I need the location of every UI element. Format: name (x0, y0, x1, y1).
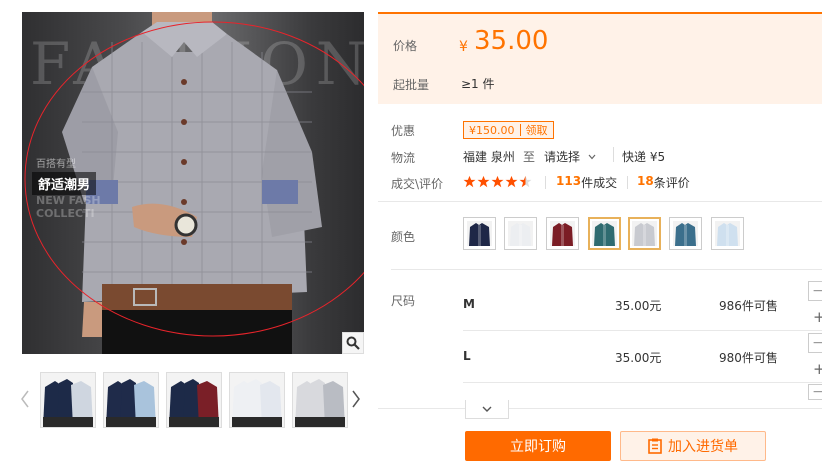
cart-list-icon (648, 438, 662, 454)
moq-label: 起批量 (393, 78, 430, 92)
size-label: 尺码 (391, 294, 416, 308)
color-swatch[interactable] (463, 217, 496, 250)
coupon-amount: ¥150.00 (469, 123, 515, 137)
destination-select[interactable]: 请选择 (544, 148, 596, 165)
deals-suffix: 件成交 (581, 176, 618, 190)
review-count: 18 (637, 174, 654, 188)
size-row-l: L (463, 349, 471, 363)
add-to-cart-button[interactable]: 加入进货单 (620, 431, 766, 461)
size-name: L (463, 349, 471, 363)
reviews-divider-1 (545, 176, 546, 189)
divider (378, 408, 822, 409)
quantity-minus-button[interactable]: − (808, 384, 822, 400)
size-name: M (463, 297, 475, 311)
size-stock: 980件可售 (719, 351, 778, 365)
thumbnail-image[interactable] (292, 372, 348, 428)
chevron-left-icon[interactable] (18, 388, 32, 410)
size-price: 35.00元 (615, 351, 662, 365)
deals-count-link[interactable]: 113 件成交 (556, 174, 617, 191)
star-icon (463, 175, 476, 188)
promo-label: 优惠 (391, 124, 416, 138)
moq-value: ≥1 件 (461, 77, 495, 91)
divider (463, 382, 822, 383)
color-swatch[interactable] (546, 217, 579, 250)
thumbnail-image[interactable] (229, 372, 285, 428)
thumbnail-image[interactable] (103, 372, 159, 428)
shipping-method: 快递 ¥5 (622, 150, 666, 164)
color-swatch[interactable] (669, 217, 702, 250)
shipping-to-word: 至 (523, 150, 536, 164)
quantity-plus-button[interactable]: + (813, 360, 822, 378)
chevron-down-icon (588, 154, 596, 159)
size-row-m: M (463, 297, 475, 311)
price-panel (378, 12, 822, 104)
buy-now-button[interactable]: 立即订购 (465, 431, 611, 461)
divider (463, 330, 822, 331)
divider (391, 269, 822, 270)
rating-stars (463, 175, 533, 191)
review-count-link[interactable]: 18 条评价 (637, 174, 690, 191)
size-stock: 986件可售 (719, 299, 778, 313)
size-price: 35.00元 (615, 299, 662, 313)
thumbnail-image[interactable] (40, 372, 96, 428)
coupon-badge[interactable]: ¥150.00 领取 (463, 121, 554, 139)
shipping-label: 物流 (391, 151, 416, 165)
quantity-plus-button[interactable]: + (813, 308, 822, 326)
shipping-divider (613, 147, 614, 162)
star-icon (491, 175, 504, 188)
chevron-down-icon (482, 406, 492, 412)
annotation-circle (24, 21, 364, 337)
color-swatch[interactable] (711, 217, 744, 250)
expand-sizes-button[interactable] (465, 400, 509, 419)
color-swatch[interactable] (588, 217, 621, 250)
color-swatch[interactable] (628, 217, 661, 250)
destination-select-value: 请选择 (544, 150, 581, 164)
review-suffix: 条评价 (653, 176, 690, 190)
coupon-claim-button[interactable]: 领取 (521, 122, 553, 138)
reviews-label: 成交\评价 (391, 177, 444, 191)
star-icon (477, 175, 490, 188)
price-label: 价格 (393, 39, 418, 53)
main-product-image[interactable]: FASHIONMAN (22, 12, 364, 354)
quantity-minus-button[interactable]: − (808, 333, 822, 353)
star-icon (505, 175, 518, 188)
price-value: 35.00 (474, 26, 549, 56)
quantity-minus-button[interactable]: − (808, 281, 822, 301)
color-swatch[interactable] (504, 217, 537, 250)
color-label: 颜色 (391, 230, 416, 244)
divider (378, 201, 822, 202)
reviews-divider-2 (627, 176, 628, 189)
price-currency: ¥ (459, 39, 468, 55)
chevron-right-icon[interactable] (349, 388, 363, 410)
shipping-from: 福建 泉州 (463, 150, 515, 164)
star-icon (519, 175, 532, 188)
thumbnail-image[interactable] (166, 372, 222, 428)
add-to-cart-label: 加入进货单 (668, 439, 738, 455)
deals-count: 113 (556, 174, 582, 188)
search-icon[interactable] (342, 332, 364, 354)
